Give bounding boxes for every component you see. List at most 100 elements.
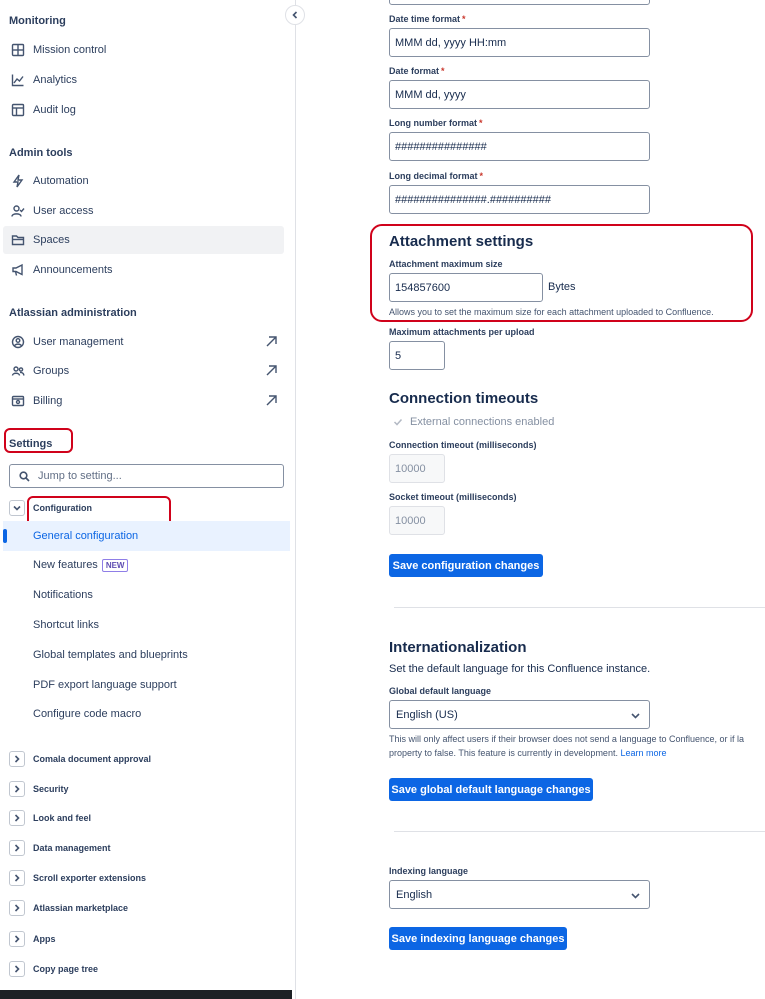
global-default-language-label: Global default language: [389, 686, 492, 696]
date-format-input[interactable]: MMM dd, yyyy: [389, 80, 650, 109]
language-help-line2: property to false. This feature is curre…: [389, 748, 667, 758]
sidebar-item-new-features[interactable]: New features NEW: [3, 550, 290, 580]
chevron-right-icon: [9, 840, 25, 856]
section-divider: [394, 607, 765, 608]
sidebar-item-label: Audit log: [33, 104, 76, 116]
sidebar-item-spaces[interactable]: Spaces: [3, 226, 284, 254]
sidebar-item-label: Analytics: [33, 74, 78, 86]
attachment-max-size-label: Attachment maximum size: [389, 259, 503, 269]
sidebar-item-label: Mission control: [33, 44, 107, 56]
sidebar-item-label: Announcements: [33, 264, 113, 276]
internationalization-heading: Internationalization: [389, 639, 527, 656]
search-icon: [19, 470, 30, 482]
select-value: English: [396, 888, 433, 901]
learn-more-link[interactable]: Learn more: [620, 748, 666, 758]
required-marker: *: [441, 66, 445, 76]
sidebar-item-announcements[interactable]: Announcements: [3, 256, 284, 284]
sidebar-item-user-access[interactable]: User access: [3, 197, 284, 225]
chevron-left-icon: [292, 11, 298, 19]
save-indexing-language-button[interactable]: Save indexing language changes: [389, 927, 567, 950]
configuration-group-label: Configuration: [33, 503, 92, 513]
sidebar-item-configure-code-macro[interactable]: Configure code macro: [3, 699, 290, 729]
long-number-format-label: Long number format *: [389, 118, 483, 128]
sidebar-item-label: User access: [33, 205, 94, 217]
main-content: Date time format * MMM dd, yyyy HH:mm Dat…: [297, 0, 765, 999]
category-security[interactable]: Security: [9, 780, 69, 798]
tooltip-strip: [0, 990, 292, 999]
save-global-language-button[interactable]: Save global default language changes: [389, 778, 593, 801]
long-decimal-format-input[interactable]: ###############.##########: [389, 185, 650, 214]
category-data-management[interactable]: Data management: [9, 839, 111, 857]
long-number-format-input[interactable]: ###############: [389, 132, 650, 161]
chevron-right-icon: [9, 870, 25, 886]
external-link-icon: [265, 335, 278, 348]
configuration-group-toggle[interactable]: Configuration: [9, 499, 92, 517]
sidebar-item-label: Groups: [33, 365, 70, 377]
sidebar-item-label: User management: [33, 336, 124, 348]
collapse-sidebar-button[interactable]: [285, 5, 305, 25]
sidebar-item-billing[interactable]: Billing: [3, 387, 284, 415]
table-icon: [11, 103, 25, 117]
chevron-right-icon: [9, 961, 25, 977]
help-text: property to false. This feature is curre…: [389, 748, 618, 758]
chevron-down-icon: [9, 500, 25, 516]
sidebar-item-mission-control[interactable]: Mission control: [3, 36, 284, 64]
date-time-format-input[interactable]: MMM dd, yyyy HH:mm: [389, 28, 650, 57]
sidebar-item-notifications[interactable]: Notifications: [3, 580, 290, 610]
category-look-and-feel[interactable]: Look and feel: [9, 809, 91, 827]
category-apps[interactable]: Apps: [9, 930, 56, 948]
sidebar-item-automation[interactable]: Automation: [3, 167, 284, 195]
category-comala-document-approval[interactable]: Comala document approval: [9, 750, 151, 768]
checkbox-label: External connections enabled: [410, 416, 555, 428]
indexing-language-select[interactable]: English: [389, 880, 650, 909]
global-default-language-select[interactable]: English (US): [389, 700, 650, 729]
category-atlassian-marketplace[interactable]: Atlassian marketplace: [9, 899, 128, 917]
label-text: Date time format: [389, 14, 461, 24]
lightning-icon: [11, 174, 25, 188]
external-connections-checkbox[interactable]: External connections enabled: [392, 416, 554, 428]
section-title-monitoring: Monitoring: [9, 15, 66, 27]
category-label: Copy page tree: [33, 964, 99, 974]
sidebar-item-analytics[interactable]: Analytics: [3, 66, 284, 94]
socket-timeout-input[interactable]: 10000: [389, 506, 445, 535]
category-label: Comala document approval: [33, 754, 152, 764]
category-label: Security: [33, 784, 69, 794]
required-marker: *: [479, 118, 483, 128]
settings-search-input[interactable]: Jump to setting...: [9, 464, 284, 488]
sidebar-item-user-management[interactable]: User management: [3, 328, 284, 356]
sidebar-item-audit-log[interactable]: Audit log: [3, 96, 284, 124]
chevron-right-icon: [9, 931, 25, 947]
previous-field[interactable]: [389, 0, 650, 5]
attachment-size-unit: Bytes: [548, 281, 576, 293]
max-attachments-input[interactable]: 5: [389, 341, 445, 370]
attachment-max-size-help: Allows you to set the maximum size for e…: [389, 307, 714, 317]
search-placeholder: Jump to setting...: [38, 470, 122, 482]
sidebar-item-groups[interactable]: Groups: [3, 357, 284, 385]
sidebar-item-global-templates[interactable]: Global templates and blueprints: [3, 640, 290, 670]
connection-timeout-input[interactable]: 10000: [389, 454, 445, 483]
sidebar-item-label: Billing: [33, 395, 63, 407]
sidebar-item-shortcut-links[interactable]: Shortcut links: [3, 610, 290, 640]
chevron-right-icon: [9, 751, 25, 767]
category-scroll-exporter-extensions[interactable]: Scroll exporter extensions: [9, 869, 146, 887]
attachment-max-size-input[interactable]: 154857600: [389, 273, 543, 302]
new-badge: NEW: [101, 558, 129, 572]
connection-timeout-label: Connection timeout (milliseconds): [389, 440, 537, 450]
attachment-settings-heading: Attachment settings: [389, 233, 534, 250]
sidebar-item-general-configuration[interactable]: General configuration: [3, 521, 290, 551]
section-title-admin-tools: Admin tools: [9, 147, 73, 159]
category-copy-page-tree[interactable]: Copy page tree: [9, 960, 98, 978]
max-attachments-label: Maximum attachments per upload: [389, 327, 535, 337]
chevron-right-icon: [9, 900, 25, 916]
category-label: Scroll exporter extensions: [33, 873, 147, 883]
date-time-format-label: Date time format *: [389, 14, 466, 24]
section-title-settings: Settings: [9, 438, 53, 450]
save-configuration-button[interactable]: Save configuration changes: [389, 554, 543, 577]
people-icon: [11, 364, 25, 378]
category-label: Atlassian marketplace: [33, 903, 129, 913]
sidebar-item-label: Spaces: [33, 234, 70, 246]
billing-icon: [11, 394, 25, 408]
required-marker: *: [479, 171, 484, 181]
select-value: English (US): [396, 708, 458, 721]
sidebar-item-pdf-export-language[interactable]: PDF export language support: [3, 670, 290, 700]
